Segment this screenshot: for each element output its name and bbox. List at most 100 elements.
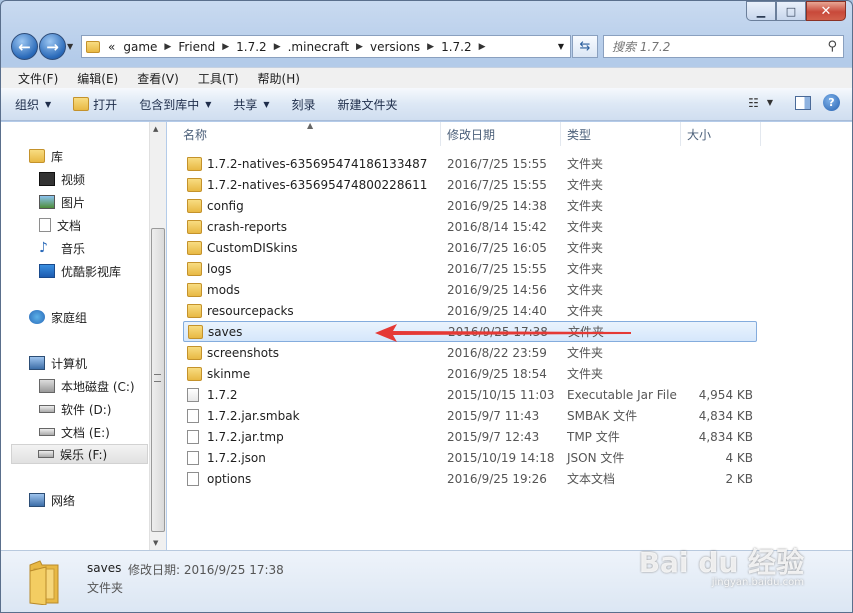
- table-row[interactable]: 1.7.2 2015/10/15 11:03 Executable Jar File…: [183, 384, 757, 405]
- nav-item-pictures[interactable]: 图片: [39, 192, 85, 212]
- nav-item-computer[interactable]: 计算机: [29, 353, 87, 373]
- menu-help[interactable]: 帮助(H): [249, 70, 310, 87]
- table-row[interactable]: crash-reports 2016/8/14 15:42 文件夹: [183, 216, 757, 237]
- nav-item-network[interactable]: 网络: [29, 490, 75, 510]
- breadcrumb-item-game[interactable]: game: [123, 40, 157, 54]
- scroll-down-icon[interactable]: ▼: [153, 539, 158, 547]
- refresh-button[interactable]: ⇆: [572, 35, 598, 58]
- chevron-right-icon[interactable]: ▶: [356, 42, 363, 52]
- table-row[interactable]: mods 2016/9/25 14:56 文件夹: [183, 279, 757, 300]
- chevron-right-icon[interactable]: ▶: [479, 42, 486, 52]
- forward-button[interactable]: →: [39, 33, 66, 60]
- preview-pane-icon[interactable]: [795, 95, 811, 110]
- nav-item-videos[interactable]: 视频: [39, 169, 85, 189]
- table-row[interactable]: screenshots 2016/8/22 23:59 文件夹: [183, 342, 757, 363]
- youku-icon: [39, 264, 55, 278]
- column-header-date[interactable]: 修改日期: [441, 122, 561, 146]
- table-row[interactable]: 1.7.2-natives-635695474186133487 2016/7/2…: [183, 153, 757, 174]
- nav-item-homegroup[interactable]: 家庭组: [29, 307, 87, 327]
- table-row[interactable]: options 2016/9/25 19:26 文本文档 2 KB: [183, 468, 757, 489]
- close-button[interactable]: ✕: [806, 1, 846, 21]
- new-folder-button[interactable]: 新建文件夹: [338, 96, 398, 113]
- menu-view[interactable]: 查看(V): [128, 70, 189, 87]
- table-row[interactable]: 1.7.2.jar.tmp 2015/9/7 12:43 TMP 文件 4,834 K…: [183, 426, 757, 447]
- file-type: 文件夹: [567, 346, 604, 360]
- column-header-size[interactable]: 大小: [681, 122, 761, 146]
- table-row[interactable]: logs 2016/7/25 15:55 文件夹: [183, 258, 757, 279]
- file-date: 2016/9/25 14:40: [447, 303, 547, 318]
- help-icon[interactable]: ?: [823, 94, 840, 111]
- nav-item-drive-e[interactable]: 文档 (E:): [39, 422, 110, 442]
- scroll-up-icon[interactable]: ▲: [153, 125, 158, 133]
- breadcrumb-overflow[interactable]: «: [108, 40, 115, 54]
- burn-button[interactable]: 刻录: [292, 96, 316, 113]
- file-name: screenshots: [207, 345, 280, 360]
- nav-item-music[interactable]: ♪ 音乐: [39, 238, 85, 258]
- folder-icon: [187, 345, 202, 360]
- share-button[interactable]: 共享 ▼: [233, 96, 269, 113]
- view-dropdown-icon[interactable]: ▼: [767, 98, 773, 107]
- nav-item-drive-f[interactable]: 娱乐 (F:): [11, 444, 148, 464]
- breadcrumb-item-friend[interactable]: Friend: [178, 40, 215, 54]
- table-row[interactable]: 1.7.2.jar.smbak 2015/9/7 11:43 SMBAK 文件 4,8…: [183, 405, 757, 426]
- column-header-type[interactable]: 类型: [561, 122, 681, 146]
- folder-icon: [187, 219, 202, 234]
- open-button[interactable]: 打开: [73, 96, 117, 113]
- breadcrumb-item-current[interactable]: 1.7.2: [441, 40, 472, 54]
- view-options-icon[interactable]: ☷: [748, 96, 759, 110]
- minimize-button[interactable]: ▁: [746, 1, 776, 21]
- file-icon: [187, 471, 199, 486]
- nav-item-libraries[interactable]: 库: [29, 146, 63, 166]
- file-type: 文件夹: [567, 283, 604, 297]
- menu-tools[interactable]: 工具(T): [189, 70, 249, 87]
- nav-item-label: 娱乐 (F:): [60, 447, 108, 462]
- file-type: 文件夹: [567, 304, 604, 318]
- table-row[interactable]: 1.7.2-natives-635695474800228611 2016/7/2…: [183, 174, 757, 195]
- back-button[interactable]: ←: [11, 33, 38, 60]
- nav-item-youku[interactable]: 优酷影视库: [39, 261, 121, 281]
- nav-item-drive-d[interactable]: 软件 (D:): [39, 399, 111, 419]
- navigation-scrollbar[interactable]: ▲ ▼: [149, 122, 166, 550]
- file-type: JSON 文件: [567, 451, 625, 465]
- chevron-right-icon[interactable]: ▶: [274, 42, 281, 52]
- breadcrumb-item-1-7-2[interactable]: 1.7.2: [236, 40, 267, 54]
- arrow-left-icon: ←: [18, 37, 31, 56]
- table-row[interactable]: skinme 2016/9/25 18:54 文件夹: [183, 363, 757, 384]
- table-row[interactable]: CustomDISkins 2016/7/25 16:05 文件夹: [183, 237, 757, 258]
- breadcrumb-item-minecraft[interactable]: .minecraft: [288, 40, 349, 54]
- folder-icon: [86, 40, 100, 53]
- file-date: 2015/9/7 12:43: [447, 429, 540, 444]
- column-header-label: 修改日期: [447, 127, 496, 142]
- breadcrumb: « game ▶ Friend ▶ 1.7.2 ▶ .minecraft ▶ v…: [104, 40, 493, 54]
- search-input[interactable]: [612, 39, 812, 54]
- file-name: crash-reports: [207, 219, 287, 234]
- chevron-right-icon[interactable]: ▶: [164, 42, 171, 52]
- menu-edit[interactable]: 编辑(E): [68, 70, 128, 87]
- file-name: saves: [208, 324, 243, 339]
- library-icon: [29, 149, 45, 163]
- address-dropdown[interactable]: ▼: [552, 42, 570, 51]
- organize-button[interactable]: 组织 ▼: [15, 96, 51, 113]
- menu-file[interactable]: 文件(F): [9, 70, 68, 87]
- column-header-name[interactable]: 名称: [177, 122, 441, 146]
- search-icon[interactable]: ⚲: [827, 39, 837, 54]
- maximize-button[interactable]: □: [776, 1, 806, 21]
- nav-item-label: 图片: [61, 195, 86, 210]
- file-size: 4 KB: [725, 450, 753, 465]
- file-type: 文件夹: [567, 199, 604, 213]
- table-row[interactable]: resourcepacks 2016/9/25 14:40 文件夹: [183, 300, 757, 321]
- breadcrumb-item-versions[interactable]: versions: [370, 40, 420, 54]
- include-in-library-button[interactable]: 包含到库中 ▼: [139, 96, 211, 113]
- file-type: SMBAK 文件: [567, 409, 638, 423]
- table-row[interactable]: config 2016/9/25 14:38 文件夹: [183, 195, 757, 216]
- view-controls: ☷ ▼ ?: [748, 94, 840, 111]
- file-type: TMP 文件: [567, 430, 620, 444]
- recent-pages-dropdown[interactable]: ▼: [67, 42, 73, 51]
- nav-item-documents[interactable]: 文档: [39, 215, 81, 235]
- nav-item-drive-c[interactable]: 本地磁盘 (C:): [39, 376, 135, 396]
- chevron-right-icon[interactable]: ▶: [222, 42, 229, 52]
- address-bar[interactable]: « game ▶ Friend ▶ 1.7.2 ▶ .minecraft ▶ v…: [81, 35, 571, 58]
- chevron-right-icon[interactable]: ▶: [427, 42, 434, 52]
- file-date: 2016/9/25 14:56: [447, 282, 547, 297]
- table-row[interactable]: 1.7.2.json 2015/10/19 14:18 JSON 文件 4 KB: [183, 447, 757, 468]
